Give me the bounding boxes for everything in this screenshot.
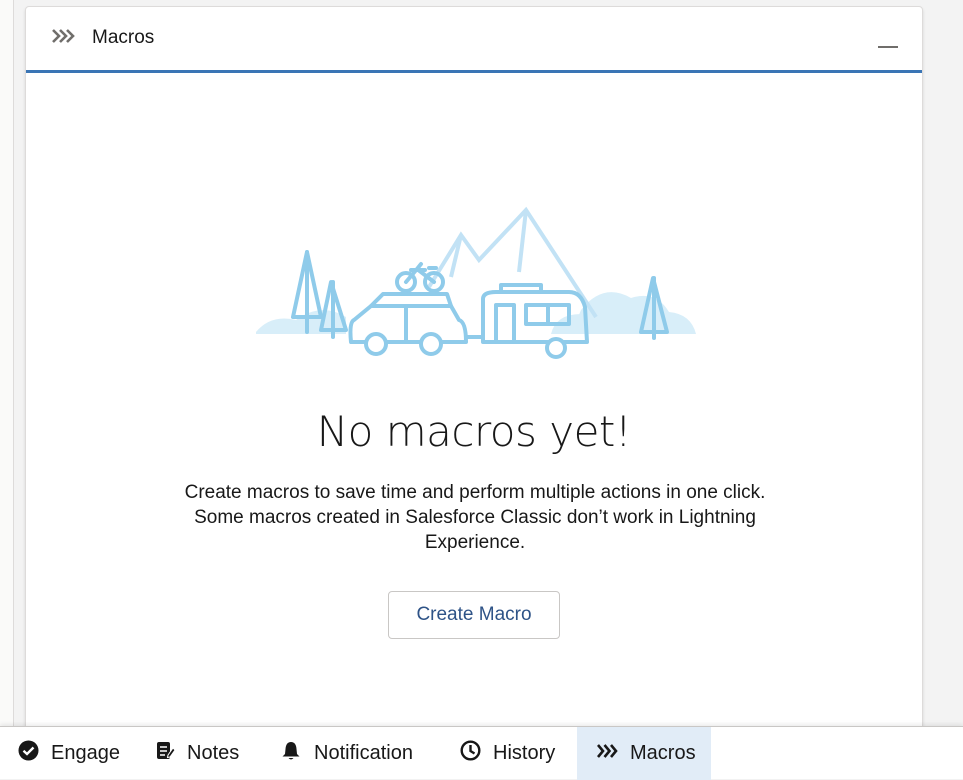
clock-icon [460,740,493,767]
utility-item-label: Engage [51,742,120,764]
utility-item-label: History [493,742,556,764]
utility-item-label: Notification [314,742,413,764]
panel-header: Macros [26,7,922,73]
utility-item-history[interactable]: History [460,727,555,780]
empty-state-description: Create macros to save time and perform m… [184,482,766,553]
utility-item-label: Macros [630,742,696,764]
macros-panel: Macros No macros yet! Create macros to s… [25,6,923,746]
macros-chevron-icon [596,742,630,765]
create-macro-button[interactable]: Create Macro [388,591,560,639]
check-circle-icon [18,740,51,767]
macros-chevron-icon [51,27,75,45]
utility-item-engage[interactable]: Engage [18,727,120,780]
bell-icon [280,740,314,767]
camping-trailer-illustration [251,202,701,362]
empty-state-title: No macros yet! [316,407,632,456]
utility-bar: Engage Notes Notification History Macros [0,726,963,780]
left-edge-strip [0,0,14,779]
utility-item-notification[interactable]: Notification [280,727,413,780]
minimize-icon [878,46,898,48]
utility-item-macros[interactable]: Macros [577,727,711,780]
notes-icon [155,740,187,767]
utility-item-label: Notes [187,742,240,764]
minimize-button[interactable] [876,35,900,55]
panel-title: Macros [92,27,155,48]
utility-item-notes[interactable]: Notes [155,727,239,780]
